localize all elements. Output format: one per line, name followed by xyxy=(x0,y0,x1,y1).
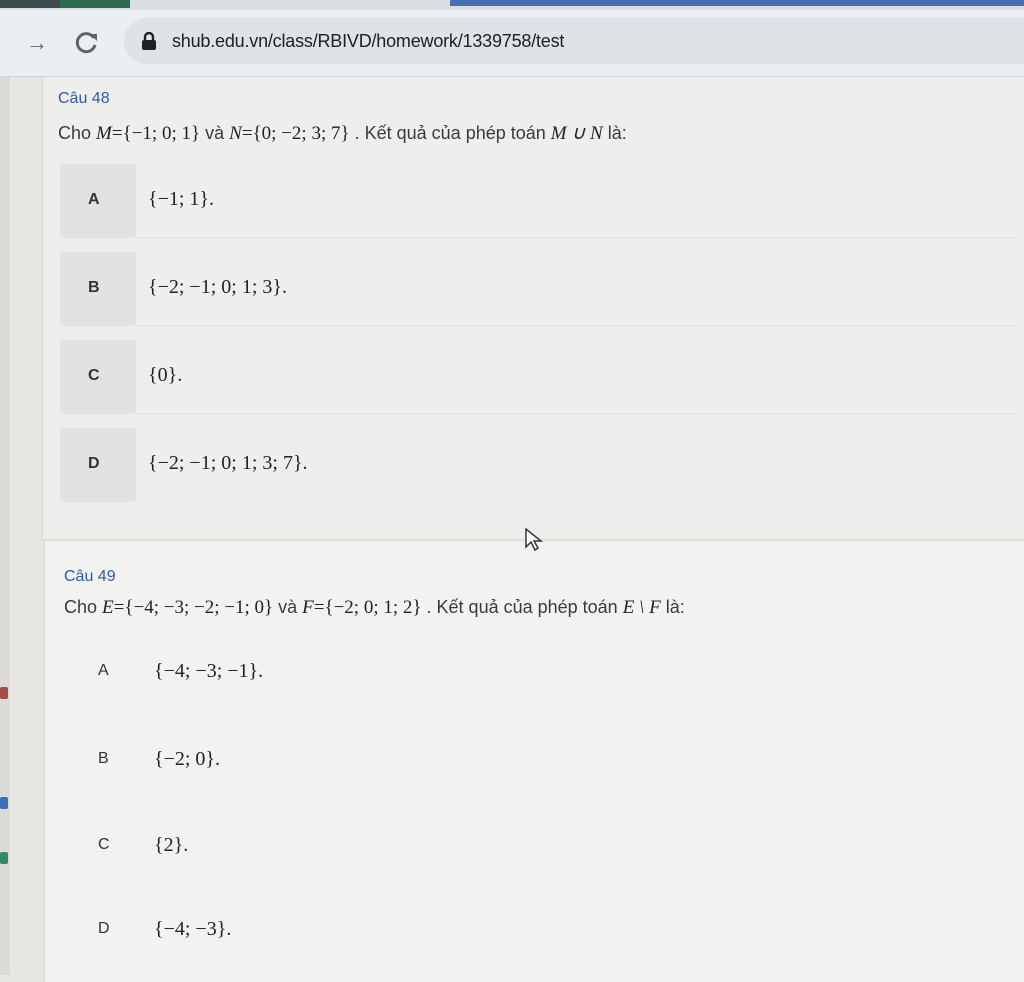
mouse-cursor-icon xyxy=(525,527,544,552)
option-value: {−1; 1}. xyxy=(148,188,215,210)
set-f: ={−2; 0; 1; 2} xyxy=(313,597,422,618)
divider xyxy=(136,237,1016,238)
option-value: {−2; −1; 0; 1; 3; 7}. xyxy=(148,452,308,474)
option-letter: C xyxy=(98,836,110,853)
option-b[interactable]: B {−2; 0}. xyxy=(58,730,1018,810)
option-a[interactable]: A {−1; 1}. xyxy=(58,164,1018,238)
address-bar[interactable]: shub.edu.vn/class/RBIVD/homework/1339758… xyxy=(124,18,1024,64)
edge-mark xyxy=(0,852,8,864)
option-letter: D xyxy=(98,920,110,937)
forward-arrow-icon[interactable]: → xyxy=(24,30,50,56)
lock-icon xyxy=(142,32,156,50)
option-value: {−4; −3}. xyxy=(154,918,232,940)
set-e: ={−4; −3; −2; −1; 0} xyxy=(113,597,274,618)
option-value: {−2; −1; 0; 1; 3}. xyxy=(148,276,287,298)
option-letter: B xyxy=(88,279,100,296)
operation: E \ F xyxy=(622,597,661,618)
operation: M ∪ N xyxy=(550,123,603,144)
option-letter: A xyxy=(98,662,109,679)
left-edge xyxy=(0,77,10,975)
set-f-name: F xyxy=(302,597,314,618)
option-letter: A xyxy=(88,191,100,208)
question-48-title: Câu 48 xyxy=(58,90,110,107)
divider xyxy=(136,413,1016,414)
question-prompt: . Kết quả của phép toán xyxy=(426,597,618,617)
la-text: là: xyxy=(665,597,685,617)
url-text[interactable]: shub.edu.vn/class/RBIVD/homework/1339758… xyxy=(172,31,564,52)
cho-text: Cho xyxy=(64,597,98,617)
set-n: ={0; −2; 3; 7} xyxy=(241,123,350,144)
option-c[interactable]: C {0}. xyxy=(58,340,1018,414)
option-value: {0}. xyxy=(148,364,183,386)
edge-mark xyxy=(0,687,8,699)
cho-text: Cho xyxy=(58,123,92,143)
option-letter: B xyxy=(98,750,109,767)
option-value: {−4; −3; −1}. xyxy=(154,660,264,682)
option-b[interactable]: B {−2; −1; 0; 1; 3}. xyxy=(58,252,1018,326)
question-49-title: Câu 49 xyxy=(64,568,116,585)
option-value: {2}. xyxy=(154,834,189,856)
va-text: và xyxy=(205,123,225,143)
set-m-name: M xyxy=(96,123,112,144)
divider xyxy=(136,325,1016,326)
edge-mark xyxy=(0,797,8,809)
question-48-text: Cho M={−1; 0; 1} và N={0; −2; 3; 7} . Kế… xyxy=(58,122,627,145)
option-letter: D xyxy=(88,455,100,472)
tab-strip-blue xyxy=(450,0,1024,6)
option-a[interactable]: A {−4; −3; −1}. xyxy=(58,642,1018,722)
option-letter: C xyxy=(88,367,100,384)
option-c[interactable]: C {2}. xyxy=(58,816,1018,896)
tab-strip-green xyxy=(60,0,130,8)
browser-toolbar: → shub.edu.vn/class/RBIVD/homework/13397… xyxy=(0,10,1024,77)
la-text: là: xyxy=(607,123,627,143)
option-value: {−2; 0}. xyxy=(154,748,221,770)
va-text: và xyxy=(278,597,298,617)
browser-tab-strip xyxy=(0,0,1024,10)
set-e-name: E xyxy=(102,597,114,618)
set-m: ={−1; 0; 1} xyxy=(111,123,201,144)
reload-icon[interactable] xyxy=(74,30,100,56)
option-d[interactable]: D {−4; −3}. xyxy=(58,900,1018,980)
question-49-text: Cho E={−4; −3; −2; −1; 0} và F={−2; 0; 1… xyxy=(64,597,685,619)
set-n-name: N xyxy=(229,123,242,144)
question-prompt: . Kết quả của phép toán xyxy=(354,123,546,143)
option-d[interactable]: D {−2; −1; 0; 1; 3; 7}. xyxy=(58,428,1018,502)
